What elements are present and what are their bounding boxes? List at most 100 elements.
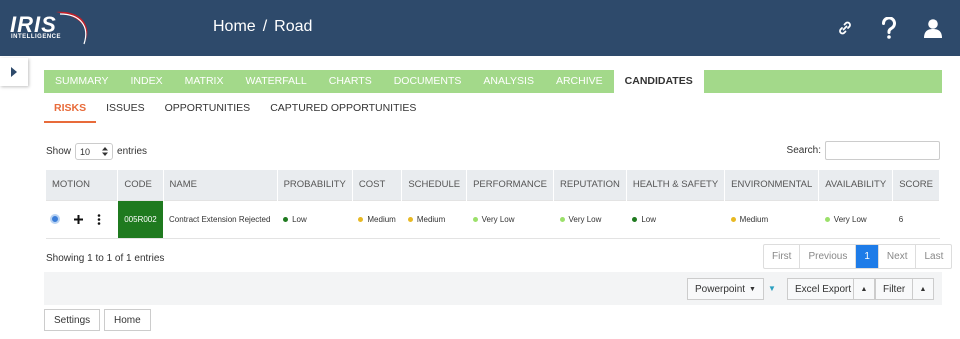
subtab-issues[interactable]: ISSUES — [96, 101, 155, 123]
excel-options-button[interactable]: ▲ — [853, 278, 875, 300]
availability-value: Very Low — [833, 214, 867, 224]
powerpoint-button[interactable]: Powerpoint ▼ — [687, 278, 764, 300]
table-search: Search: — [787, 141, 940, 160]
environmental-value: Medium — [739, 214, 769, 224]
availability-cell: Very Low — [818, 199, 893, 239]
home-button[interactable]: Home — [104, 309, 151, 331]
logo-subtext: INTELLIGENCE — [11, 34, 62, 40]
col-reputation[interactable]: REPUTATION — [553, 170, 627, 200]
caret-down-icon: ▼ — [749, 285, 756, 293]
tab-analysis[interactable]: ANALYSIS — [472, 70, 545, 93]
pager-next-button[interactable]: Next — [879, 245, 917, 268]
cost-cell: Medium — [352, 199, 402, 239]
health-safety-value: Low — [641, 214, 657, 224]
table-info: Showing 1 to 1 of 1 entries — [46, 253, 165, 264]
schedule-cell: Medium — [401, 199, 467, 239]
iris-logo[interactable]: IRIS INTELLIGENCE — [6, 6, 90, 50]
col-availability[interactable]: AVAILABILITY — [818, 170, 894, 200]
level-dot — [730, 216, 736, 222]
user-icon[interactable] — [922, 16, 944, 40]
more-vertical-icon[interactable] — [97, 213, 101, 225]
excel-export-button[interactable]: Excel Export — [787, 278, 860, 300]
plus-icon[interactable] — [74, 214, 83, 224]
tab-candidates[interactable]: CANDIDATES — [613, 70, 704, 93]
col-name[interactable]: NAME — [163, 170, 278, 200]
tab-index[interactable]: INDEX — [119, 70, 173, 93]
col-environmental[interactable]: ENVIRONMENTAL — [724, 170, 820, 200]
breadcrumb-current: Road — [274, 18, 313, 35]
tab-documents[interactable]: DOCUMENTS — [383, 70, 473, 93]
score-cell: 6 — [892, 199, 940, 239]
filter-options-button[interactable]: ▲ — [912, 278, 934, 300]
environmental-cell: Medium — [724, 199, 819, 239]
search-label: Search: — [786, 145, 821, 156]
col-probability[interactable]: PROBABILITY — [277, 170, 353, 200]
top-bar: IRIS INTELLIGENCE Home / Road — [0, 0, 960, 56]
col-code[interactable]: CODE — [117, 170, 164, 200]
motion-cell — [46, 199, 118, 239]
col-score[interactable]: SCORE — [892, 170, 940, 200]
col-health-safety[interactable]: HEALTH & SAFETY — [626, 170, 726, 200]
candidates-table: MOTION CODE NAME PROBABILITY COST SCHEDU… — [46, 170, 940, 239]
subtab-risks[interactable]: RISKS — [44, 101, 97, 123]
level-dot — [472, 216, 478, 222]
reputation-value: Very Low — [568, 214, 602, 224]
caret-down-icon[interactable]: ▼ — [768, 284, 776, 293]
help-icon[interactable] — [878, 16, 900, 40]
caret-right-icon — [11, 67, 17, 77]
pager-first-button[interactable]: First — [764, 245, 801, 268]
search-input[interactable] — [825, 141, 940, 160]
col-performance[interactable]: PERFORMANCE — [466, 170, 554, 200]
probability-cell: Low — [277, 199, 353, 239]
entries-select-value: 10 — [80, 146, 91, 157]
entries-length-control: Show 10 entries — [46, 143, 147, 160]
table-header-row: MOTION CODE NAME PROBABILITY COST SCHEDU… — [46, 170, 940, 200]
cost-value: Medium — [367, 214, 396, 224]
pager-last-button[interactable]: Last — [916, 245, 951, 268]
probability-value: Low — [292, 214, 307, 224]
link-icon[interactable] — [834, 16, 856, 40]
row-details-icon[interactable] — [50, 214, 60, 224]
name-cell: Contract Extension Rejected — [163, 199, 278, 239]
level-dot — [407, 216, 413, 222]
code-cell: 005R002 — [117, 199, 164, 239]
level-dot — [824, 216, 830, 222]
settings-button[interactable]: Settings — [44, 309, 101, 331]
pagination: First Previous 1 Next Last — [763, 244, 953, 269]
level-dot — [632, 216, 638, 222]
pager-previous-button[interactable]: Previous — [800, 245, 857, 268]
col-motion[interactable]: MOTION — [46, 170, 119, 200]
caret-up-icon: ▲ — [919, 285, 927, 293]
export-toolbar: Powerpoint ▼ ▼ Excel Export ▲ Filter ▲ — [44, 272, 942, 305]
breadcrumb-home[interactable]: Home — [213, 18, 256, 36]
pager-page-button[interactable]: 1 — [856, 245, 879, 268]
filter-button[interactable]: Filter — [875, 278, 914, 300]
sort-caret-icon — [102, 147, 109, 156]
col-cost[interactable]: COST — [352, 170, 403, 200]
main-tabs: SUMMARY INDEX MATRIX WATERFALL CHARTS DO… — [44, 70, 942, 93]
level-dot — [283, 216, 289, 222]
subtab-captured-opportunities[interactable]: CAPTURED OPPORTUNITIES — [260, 101, 426, 123]
reputation-cell: Very Low — [553, 199, 627, 239]
performance-cell: Very Low — [466, 199, 554, 239]
subtab-opportunities[interactable]: OPPORTUNITIES — [155, 101, 261, 123]
logo-swoosh-icon — [56, 11, 88, 45]
powerpoint-label: Powerpoint — [695, 283, 746, 295]
col-schedule[interactable]: SCHEDULE — [401, 170, 468, 200]
sub-tabs: RISKS ISSUES OPPORTUNITIES CAPTURED OPPO… — [44, 101, 426, 123]
breadcrumb-separator: / — [262, 18, 268, 35]
entries-label: entries — [117, 146, 148, 157]
performance-value: Very Low — [481, 214, 515, 224]
entries-select[interactable]: 10 — [75, 143, 114, 160]
level-dot — [358, 216, 364, 222]
table-row[interactable]: 005R002 Contract Extension Rejected Low … — [46, 199, 940, 239]
sidebar-toggle-button[interactable] — [0, 58, 28, 86]
tab-charts[interactable]: CHARTS — [318, 70, 383, 93]
tab-matrix[interactable]: MATRIX — [174, 70, 235, 93]
tab-archive[interactable]: ARCHIVE — [545, 70, 614, 93]
breadcrumb: Home / Road — [213, 18, 312, 36]
level-dot — [559, 216, 565, 222]
tab-summary[interactable]: SUMMARY — [44, 70, 119, 93]
tab-waterfall[interactable]: WATERFALL — [234, 70, 317, 93]
health-safety-cell: Low — [626, 199, 725, 239]
